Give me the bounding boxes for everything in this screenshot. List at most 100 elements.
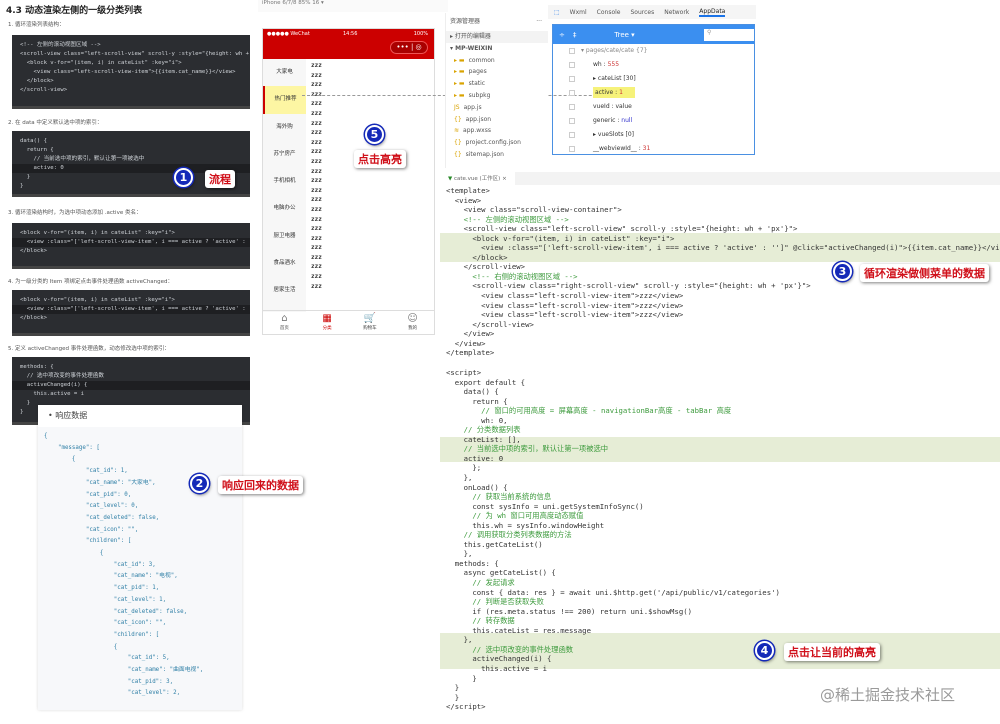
checkbox[interactable] bbox=[569, 131, 575, 138]
code-line: <view class="left-scroll-view-item">zzz<… bbox=[446, 310, 684, 320]
device-select[interactable]: iPhone 6/7/8 85% 16 ▾ bbox=[258, 0, 324, 6]
checkbox[interactable] bbox=[569, 47, 575, 54]
file-name: app.wxss bbox=[463, 127, 491, 135]
menu-item[interactable]: 厨卫电器 bbox=[263, 223, 306, 250]
menu-item[interactable]: 大家电 bbox=[263, 59, 306, 86]
file-item[interactable]: {} project.config.json bbox=[446, 137, 548, 149]
file-item[interactable]: ≋ app.wxss bbox=[446, 125, 548, 137]
file-item[interactable]: {} app.json bbox=[446, 114, 548, 126]
tree-row[interactable]: active : 1 bbox=[553, 86, 754, 100]
tree-value: 555 bbox=[607, 61, 620, 68]
menu-item[interactable]: 电脑办公 bbox=[263, 195, 306, 222]
step-label: 点击让当前的高亮 bbox=[784, 643, 880, 661]
checkbox[interactable] bbox=[569, 61, 575, 68]
devtools-tab[interactable]: Wxml bbox=[570, 9, 587, 16]
checkbox[interactable] bbox=[569, 145, 575, 152]
tab-cate-vue[interactable]: ▼ cate.vue (工作区) × bbox=[440, 172, 515, 185]
view-mode-select[interactable]: Tree ▾ bbox=[614, 31, 634, 39]
menu-item[interactable]: 食品酒水 bbox=[263, 250, 306, 277]
capsule-menu-button[interactable]: ••• | ◎ bbox=[390, 41, 428, 54]
code-line: </template> bbox=[446, 348, 495, 358]
checkbox[interactable] bbox=[569, 103, 575, 110]
file-icon: {} bbox=[454, 115, 462, 123]
code-line: "cat_level": 0, bbox=[44, 503, 139, 510]
more-icon[interactable]: ··· bbox=[536, 13, 542, 31]
code-line: // 选中项改变的事件处理函数 bbox=[20, 373, 104, 379]
devtools-tab[interactable]: Sources bbox=[631, 9, 655, 16]
devtools-tab[interactable]: Network bbox=[664, 9, 689, 16]
code-line: { bbox=[44, 433, 48, 439]
code-line: return { bbox=[20, 147, 54, 153]
tree-row[interactable]: vueId : value bbox=[553, 100, 754, 114]
tree-row[interactable]: ▸ vueSlots [0] bbox=[553, 128, 754, 142]
project-root[interactable]: ▾ MP-WEIXIN bbox=[446, 43, 548, 55]
code-line: zzz bbox=[311, 167, 322, 175]
tree-root[interactable]: ▾ pages/cate/cate {7} bbox=[581, 47, 647, 54]
tab-0[interactable]: ⌂ 首页 bbox=[263, 311, 306, 334]
collapse-icon[interactable]: ‡ bbox=[573, 31, 577, 39]
file-item[interactable]: JS app.js bbox=[446, 102, 548, 114]
code-line: "cat_id": 5, bbox=[44, 655, 170, 662]
code-line: // 当前选中项的索引，默认让第一项被选中 bbox=[20, 156, 145, 162]
file-item[interactable]: ▸ ▬ subpkg bbox=[446, 90, 548, 102]
code-line: "cat_pid": 3, bbox=[44, 678, 174, 685]
code-line: // 分类数据列表 bbox=[446, 425, 521, 435]
file-icon: {} bbox=[454, 150, 462, 158]
tab-1[interactable]: ▦ 分类 bbox=[306, 311, 349, 334]
script-code: <script> export default { data() { retur… bbox=[446, 368, 780, 712]
menu-item[interactable]: 居家生活 bbox=[263, 277, 306, 304]
menu-item[interactable]: 热门推荐 bbox=[263, 86, 306, 114]
expand-icon[interactable]: ÷ bbox=[559, 31, 565, 39]
code-line: <view class="scroll-view-container"> bbox=[446, 205, 622, 215]
tree-row[interactable]: __webviewId__ : 31 bbox=[553, 142, 754, 156]
menu-item[interactable]: 海外购 bbox=[263, 114, 306, 141]
code-line: this.active = i bbox=[446, 663, 548, 673]
checkbox[interactable] bbox=[569, 117, 575, 124]
code-line: this.wh = sysInfo.windowHeight bbox=[446, 520, 605, 530]
file-icon: ▸ ▬ bbox=[454, 68, 465, 76]
checkbox[interactable] bbox=[569, 89, 575, 96]
code-line: activeChanged(i) { bbox=[12, 381, 250, 390]
editor-tabs: ▼ cate.vue (工作区) × bbox=[440, 172, 1000, 185]
tree-value: [0] bbox=[625, 131, 635, 138]
code-line: <view class="left-scroll-view-item">zzz<… bbox=[446, 300, 684, 310]
tab-2[interactable]: 🛒 购物车 bbox=[349, 311, 392, 334]
tab-label: cate.vue (工作区) × bbox=[453, 176, 507, 182]
tree-row[interactable]: ▸ cateList [30] bbox=[553, 72, 754, 86]
file-name: subpkg bbox=[468, 91, 491, 99]
code-line: const { data: res } = await uni.$http.ge… bbox=[446, 587, 780, 597]
tree-row[interactable]: generic : null bbox=[553, 114, 754, 128]
code-line: <block v-for="(item, i) in cateList" :ke… bbox=[446, 233, 675, 243]
checkbox[interactable] bbox=[569, 75, 575, 82]
code-line: const sysInfo = uni.getSystemInfoSync() bbox=[446, 501, 644, 511]
code-line: activeChanged(i) { bbox=[446, 654, 552, 664]
code-line: <view :class="['left-scroll-view-item', … bbox=[12, 305, 250, 314]
code-line: zzz bbox=[311, 244, 322, 252]
file-item[interactable]: ▸ ▬ pages bbox=[446, 66, 548, 78]
code-line: }, bbox=[446, 549, 473, 559]
code-line: "message": [ bbox=[44, 444, 100, 451]
tree-row[interactable]: wh : 555 bbox=[553, 58, 754, 72]
tree-key-value: wh : 555 bbox=[593, 61, 619, 68]
code-line: </block> bbox=[20, 78, 54, 84]
file-item[interactable]: ▸ ▬ static bbox=[446, 78, 548, 90]
tab-3[interactable]: ☺ 我的 bbox=[391, 311, 434, 334]
code-line: <script> bbox=[446, 368, 482, 377]
file-explorer: 资源管理器 ··· ▸ 打开的编辑器 ▾ MP-WEIXIN ▸ ▬ common ▸… bbox=[445, 13, 548, 168]
code-line: </scroll-view> bbox=[20, 87, 68, 93]
devtools-tab[interactable]: Console bbox=[597, 9, 621, 16]
inspect-icon[interactable]: ⬚ bbox=[554, 9, 560, 16]
file-name: static bbox=[468, 80, 486, 88]
devtools-tab[interactable]: AppData bbox=[699, 8, 726, 17]
left-category-menu: 大家电 热门推荐 海外购 苏宁房产 手机相机 电脑办公 厨卫电器 食品酒水 居家生活 bbox=[263, 59, 306, 312]
file-item[interactable]: ▸ ▬ common bbox=[446, 55, 548, 67]
code-line: if (res.meta.status !== 200) return uni.… bbox=[446, 606, 693, 616]
file-item[interactable]: {} sitemap.json bbox=[446, 149, 548, 161]
menu-item[interactable]: 手机相机 bbox=[263, 168, 306, 195]
code-line: zzz bbox=[311, 196, 322, 204]
code-line: <scroll-view class="right-scroll-view" s… bbox=[446, 281, 811, 291]
open-editors[interactable]: ▸ 打开的编辑器 bbox=[446, 31, 548, 43]
code-block: <block v-for="(item, i) in cateList" :ke… bbox=[12, 223, 250, 269]
menu-item[interactable]: 苏宁房产 bbox=[263, 141, 306, 168]
search-input[interactable]: ⚲ bbox=[704, 28, 754, 41]
